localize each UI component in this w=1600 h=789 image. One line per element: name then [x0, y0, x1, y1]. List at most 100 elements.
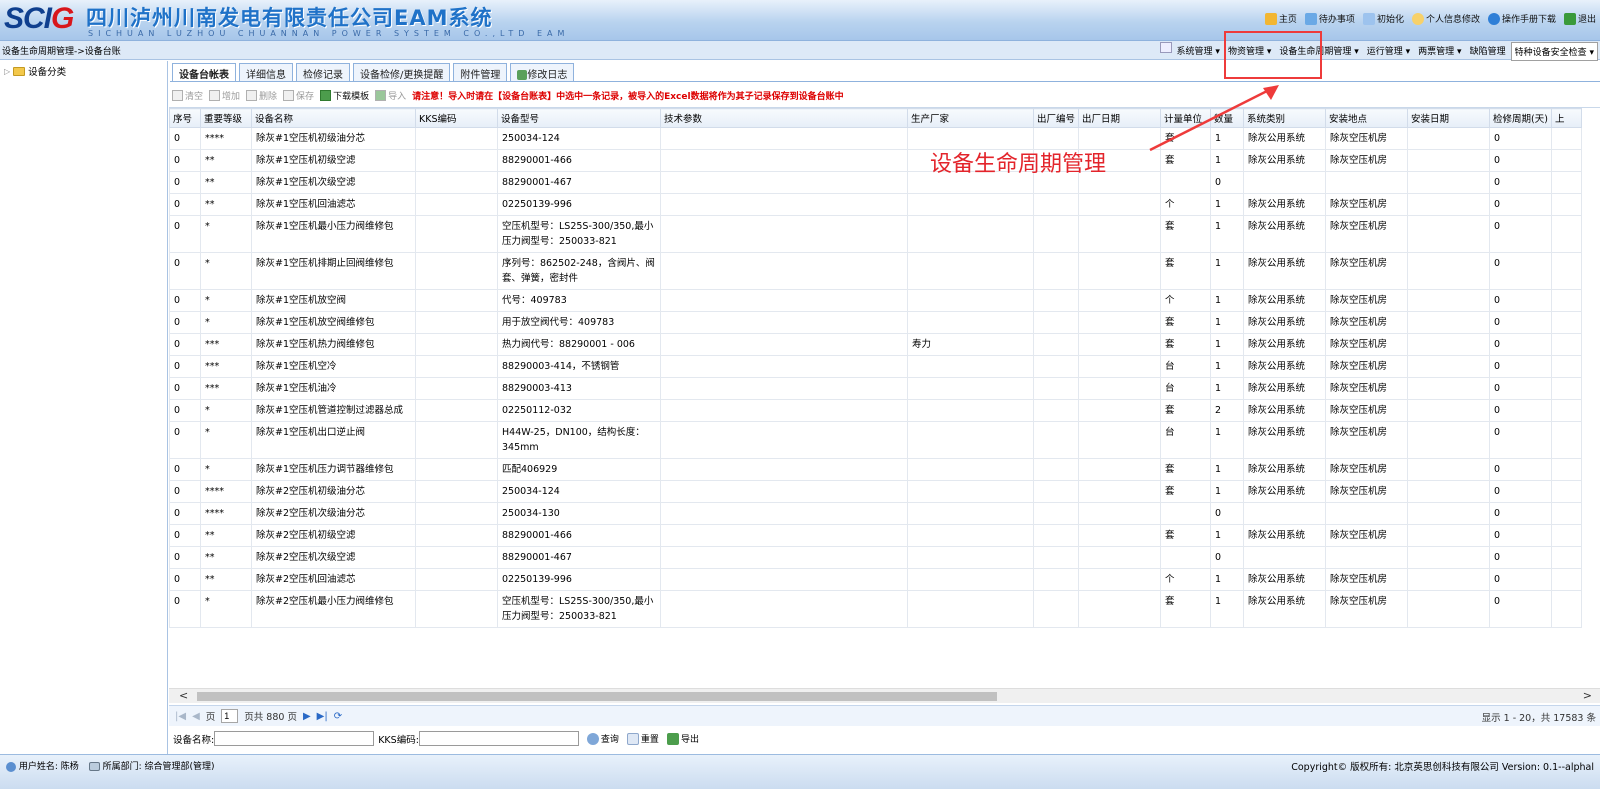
- tree-node-root[interactable]: ▷ 设备分类: [4, 64, 66, 78]
- save-button[interactable]: 保存: [283, 89, 314, 102]
- reset-button[interactable]: 重置: [626, 732, 659, 745]
- import-button[interactable]: 导入: [375, 89, 406, 102]
- next-page-icon[interactable]: ▶: [303, 711, 311, 722]
- table-cell: 除灰#1空压机压力调节器维修包: [251, 458, 416, 481]
- column-header[interactable]: 出厂编号: [1032, 108, 1080, 128]
- table-row[interactable]: 0 * 除灰#1空压机放空阀 代号：409783 个 1 除灰公用系统 除灰空压机房 0: [169, 289, 1582, 312]
- init-link[interactable]: 初始化: [1362, 12, 1404, 25]
- refresh-icon[interactable]: ⟳: [334, 711, 342, 722]
- column-header[interactable]: 检修周期(天): [1489, 108, 1552, 128]
- table-cell: 0: [169, 149, 201, 172]
- table-row[interactable]: 0 ** 除灰#1空压机回油滤芯 02250139-996 个 1 除灰公用系统 除灰空压机房…: [169, 193, 1582, 216]
- logout-icon: [1563, 12, 1576, 25]
- table-cell: 除灰公用系统: [1243, 333, 1327, 356]
- query-button[interactable]: 查询: [586, 732, 619, 745]
- column-header[interactable]: KKS编码: [415, 108, 498, 128]
- add-button[interactable]: 增加: [209, 89, 240, 102]
- tab-strip: 设备台帐表 详细信息 检修记录 设备检修/更换提醒 附件管理 修改日志: [172, 63, 575, 81]
- table-row[interactable]: 0 * 除灰#1空压机放空阀维修包 用于放空阀代号：409783 套 1 除灰公用系统 除灰空…: [169, 311, 1582, 334]
- scroll-right-icon[interactable]: >: [1583, 689, 1592, 702]
- table-cell: 个: [1160, 289, 1212, 312]
- table-row[interactable]: 0 * 除灰#1空压机出口逆止阀 H44W-25，DN100，结构长度：345mm 台 1…: [169, 421, 1582, 459]
- menu-item-special-equipment[interactable]: 特种设备安全检查 ▾: [1510, 42, 1598, 61]
- export-button[interactable]: 导出: [666, 732, 699, 745]
- menu-item-system[interactable]: 系统管理 ▾: [1174, 42, 1223, 61]
- pager: |◀ ◀ 页 页共 880 页 ▶ ▶| ⟳ 显示 1 - 20，共 17583…: [169, 705, 1600, 726]
- init-icon: [1362, 12, 1375, 25]
- table-row[interactable]: 0 **** 除灰#2空压机次级油分芯 250034-130 0 0: [169, 502, 1582, 525]
- table-row[interactable]: 0 * 除灰#1空压机压力调节器维修包 匹配406929 套 1 除灰公用系统 除灰空压机房 0: [169, 458, 1582, 481]
- tab-change-log[interactable]: 修改日志: [510, 63, 575, 81]
- table-row[interactable]: 0 * 除灰#1空压机最小压力阀维修包 空压机型号：LS25S-300/350,最小压…: [169, 215, 1582, 253]
- table-row[interactable]: 0 *** 除灰#1空压机油冷 88290003-413 台 1 除灰公用系统 除灰空压机房 0: [169, 377, 1582, 400]
- table-cell: 1: [1210, 377, 1245, 400]
- table-row[interactable]: 0 * 除灰#2空压机最小压力阀维修包 空压机型号：LS25S-300/350,最小压…: [169, 590, 1582, 628]
- home-link[interactable]: 主页: [1264, 12, 1297, 25]
- table-cell: 0: [1489, 355, 1552, 378]
- table-cell: 除灰公用系统: [1243, 215, 1327, 253]
- horizontal-scrollbar[interactable]: < >: [169, 688, 1600, 703]
- table-cell: [1032, 480, 1080, 503]
- table-row[interactable]: 0 ** 除灰#1空压机次级空滤 88290001-467 0 0: [169, 171, 1582, 194]
- tab-change-log-label: 修改日志: [527, 70, 568, 81]
- table-row[interactable]: 0 ** 除灰#2空压机次级空滤 88290001-467 0 0: [169, 546, 1582, 569]
- table-cell: 除灰#1空压机回油滤芯: [251, 193, 416, 216]
- scroll-thumb[interactable]: [197, 692, 997, 701]
- table-row[interactable]: 0 * 除灰#1空压机管道控制过滤器总成 02250112-032 套 2 除灰公用系统 除灰…: [169, 399, 1582, 422]
- table-cell: 台: [1160, 377, 1212, 400]
- table-cell: 0: [1489, 502, 1552, 525]
- todo-link[interactable]: 待办事项: [1304, 12, 1355, 25]
- table-row[interactable]: 0 ** 除灰#1空压机初级空滤 88290001-466 套 1 除灰公用系统 除灰空压机房…: [169, 149, 1582, 172]
- table-cell: *: [200, 289, 252, 312]
- column-header[interactable]: 设备型号: [497, 108, 661, 128]
- column-header[interactable]: 技术参数: [660, 108, 908, 128]
- table-cell: 0: [169, 568, 201, 591]
- column-header[interactable]: 重要等级: [200, 108, 252, 128]
- table-row[interactable]: 0 **** 除灰#2空压机初级油分芯 250034-124 套 1 除灰公用系统 除灰空压机…: [169, 480, 1582, 503]
- table-cell: 0: [1489, 524, 1552, 547]
- table-cell: 除灰空压机房: [1325, 333, 1409, 356]
- tab-attachments[interactable]: 附件管理: [453, 63, 508, 81]
- tab-maintenance-reminders[interactable]: 设备检修/更换提醒: [353, 63, 451, 81]
- first-page-icon[interactable]: |◀: [175, 711, 186, 722]
- table-row[interactable]: 0 *** 除灰#1空压机空冷 88290003-414，不锈钢管台 1 除灰公用系统 除灰…: [169, 355, 1582, 378]
- manual-link[interactable]: 操作手册下载: [1487, 12, 1556, 25]
- scroll-left-icon[interactable]: <: [179, 689, 188, 702]
- column-header[interactable]: 生产厂家: [907, 108, 1034, 128]
- prev-page-icon[interactable]: ◀: [192, 711, 200, 722]
- table-row[interactable]: 0 *** 除灰#1空压机热力阀维修包 热力阀代号：88290001 - 006 寿力套…: [169, 333, 1582, 356]
- table-cell: 套: [1160, 590, 1212, 628]
- profile-link[interactable]: 个人信息修改: [1411, 12, 1480, 25]
- menu-item-defects[interactable]: 缺陷管理: [1467, 42, 1509, 61]
- table-cell: [1078, 252, 1162, 290]
- table-cell: 除灰#2空压机次级油分芯: [251, 502, 416, 525]
- table-row[interactable]: 0 * 除灰#1空压机排期止回阀维修包 序列号：862502-248，含阀片、阀套、弹…: [169, 252, 1582, 290]
- table-row[interactable]: 0 ** 除灰#2空压机回油滤芯 02250139-996 个 1 除灰公用系统 除灰空压机房…: [169, 568, 1582, 591]
- column-header[interactable]: 设备名称: [251, 108, 416, 128]
- tab-details[interactable]: 详细信息: [239, 63, 293, 81]
- column-header[interactable]: 序号: [169, 108, 201, 128]
- delete-button[interactable]: 删除: [246, 89, 277, 102]
- download-template-button[interactable]: 下载模板: [320, 89, 369, 102]
- table-cell: 250034-124: [497, 127, 661, 150]
- table-cell: [415, 289, 498, 312]
- tab-ledger[interactable]: 设备台帐表: [172, 63, 236, 81]
- expand-icon[interactable]: ▷: [4, 67, 10, 76]
- table-cell: [660, 127, 908, 150]
- table-row[interactable]: 0 ** 除灰#2空压机初级空滤 88290001-466 套 1 除灰公用系统 除灰空压机房…: [169, 524, 1582, 547]
- table-cell: [1243, 546, 1327, 569]
- page-number-input[interactable]: [221, 709, 239, 723]
- last-page-icon[interactable]: ▶|: [317, 711, 328, 722]
- table-cell: [1160, 171, 1212, 194]
- menu-item-tickets[interactable]: 两票管理 ▾: [1415, 42, 1464, 61]
- menu-item-operations[interactable]: 运行管理 ▾: [1364, 42, 1413, 61]
- kks-search-input[interactable]: [418, 731, 579, 746]
- tab-maintenance-records[interactable]: 检修记录: [296, 63, 350, 81]
- name-search-input[interactable]: [214, 731, 375, 746]
- table-cell: [1407, 193, 1491, 216]
- column-header[interactable]: 上: [1550, 108, 1582, 128]
- logout-link[interactable]: 退出: [1563, 12, 1596, 25]
- table-row[interactable]: 0 **** 除灰#1空压机初级油分芯 250034-124 套 1 除灰公用系统 除灰空压机…: [169, 127, 1582, 150]
- column-header[interactable]: 安装日期: [1407, 108, 1491, 128]
- clear-button[interactable]: 清空: [172, 89, 203, 102]
